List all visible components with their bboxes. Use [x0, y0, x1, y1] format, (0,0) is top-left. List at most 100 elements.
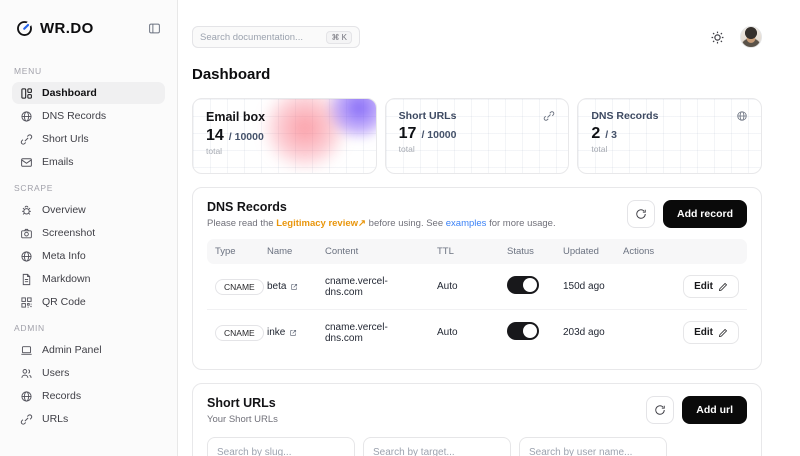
- search-by-user-name-input[interactable]: [519, 437, 667, 456]
- stat-card-dns-records[interactable]: DNS Records 2 / 3 total: [577, 98, 762, 174]
- add-url-button[interactable]: Add url: [682, 396, 747, 424]
- search-by-target-input[interactable]: [363, 437, 511, 456]
- sidebar-item-label: Screenshot: [42, 227, 95, 239]
- short-urls-heading: Short URLs Your Short URLs: [207, 396, 278, 425]
- logo-row: WR.DO: [12, 0, 165, 56]
- sidebar-item-markdown[interactable]: Markdown: [12, 268, 165, 290]
- globe-icon: [20, 390, 33, 403]
- subtitle-text: before using. See: [366, 218, 446, 229]
- record-ttl: Auto: [429, 310, 499, 356]
- brand-name: WR.DO: [40, 20, 94, 37]
- external-link-icon: [290, 283, 298, 291]
- stat-title: Short URLs: [399, 110, 457, 122]
- sidebar-item-label: Users: [42, 367, 69, 379]
- sidebar-item-label: Admin Panel: [42, 344, 102, 356]
- col-header-type: Type: [207, 239, 259, 264]
- sidebar-collapse-icon[interactable]: [148, 22, 161, 35]
- sidebar-item-users[interactable]: Users: [12, 362, 165, 384]
- record-updated: 150d ago: [555, 264, 615, 310]
- sidebar-item-label: DNS Records: [42, 110, 106, 122]
- short-url-filters: [207, 437, 747, 456]
- status-toggle[interactable]: [507, 276, 539, 294]
- mail-icon: [20, 156, 33, 169]
- record-ttl: Auto: [429, 264, 499, 310]
- sidebar-item-admin-panel[interactable]: Admin Panel: [12, 339, 165, 361]
- record-name-link[interactable]: inke: [267, 327, 309, 338]
- sidebar-item-emails[interactable]: Emails: [12, 151, 165, 173]
- main-content: ⌘ K Dashboard Email box: [178, 0, 800, 456]
- section-label: MENU: [14, 66, 163, 76]
- sidebar-item-label: Records: [42, 390, 81, 402]
- theme-toggle-sun-icon[interactable]: [710, 30, 725, 45]
- examples-link[interactable]: examples: [446, 218, 487, 229]
- col-header-content: Content: [317, 239, 429, 264]
- bug-icon: [20, 204, 33, 217]
- record-content: cname.vercel-dns.com: [317, 310, 429, 356]
- sidebar-item-short-urls[interactable]: Short Urls: [12, 128, 165, 150]
- section-label: ADMIN: [14, 323, 163, 333]
- link-icon: [543, 110, 555, 122]
- add-record-button[interactable]: Add record: [663, 200, 747, 228]
- sidebar-item-label: Overview: [42, 204, 86, 216]
- col-header-name: Name: [259, 239, 317, 264]
- sidebar-item-records[interactable]: Records: [12, 385, 165, 407]
- stat-limit: / 3: [605, 129, 617, 141]
- sidebar-section-scrape: SCRAPE Overview Screenshot: [12, 183, 165, 313]
- sidebar-item-dashboard[interactable]: Dashboard: [12, 82, 165, 104]
- file-text-icon: [20, 273, 33, 286]
- dns-records-panel: DNS Records Please read the Legitimacy r…: [192, 187, 762, 370]
- status-toggle[interactable]: [507, 322, 539, 340]
- stat-limit: / 10000: [229, 131, 264, 143]
- stat-cards-row: Email box 14 / 10000 total Short URLs: [192, 98, 762, 174]
- record-type-badge: CNAME: [215, 279, 264, 295]
- link-icon: [20, 413, 33, 426]
- users-icon: [20, 367, 33, 380]
- section-label: SCRAPE: [14, 183, 163, 193]
- subtitle-text: for more usage.: [486, 218, 555, 229]
- col-header-status: Status: [499, 239, 555, 264]
- external-link-icon: [289, 329, 297, 337]
- sidebar-item-qr-code[interactable]: QR Code: [12, 291, 165, 313]
- sidebar-item-screenshot[interactable]: Screenshot: [12, 222, 165, 244]
- globe-icon: [736, 110, 748, 122]
- sidebar-item-dns-records[interactable]: DNS Records: [12, 105, 165, 127]
- page-title: Dashboard: [192, 66, 762, 83]
- sidebar: WR.DO MENU Dashboard: [0, 0, 178, 456]
- doc-search-input[interactable]: [200, 32, 320, 43]
- dns-panel-subtitle: Please read the Legitimacy review↗ befor…: [207, 218, 556, 229]
- stat-caption: total: [206, 146, 363, 156]
- refresh-button[interactable]: [627, 200, 655, 228]
- sidebar-item-urls[interactable]: URLs: [12, 408, 165, 430]
- stat-caption: total: [591, 144, 748, 154]
- sidebar-item-label: Meta Info: [42, 250, 86, 262]
- search-by-slug-input[interactable]: [207, 437, 355, 456]
- short-urls-subtitle: Your Short URLs: [207, 414, 278, 425]
- edit-button[interactable]: Edit: [683, 321, 739, 344]
- record-name-link[interactable]: beta: [267, 281, 309, 292]
- topbar-actions: [710, 26, 762, 48]
- table-row: CNAME inke cname.vercel-dns.com Auto 203…: [207, 310, 747, 356]
- dns-panel-heading: DNS Records Please read the Legitimacy r…: [207, 200, 556, 229]
- sidebar-item-meta-info[interactable]: Meta Info: [12, 245, 165, 267]
- table-header-row: Type Name Content TTL Status Updated Act…: [207, 239, 747, 264]
- sidebar-item-label: Emails: [42, 156, 74, 168]
- legitimacy-review-link[interactable]: Legitimacy review↗: [276, 218, 366, 229]
- stat-card-short-urls[interactable]: Short URLs 17 / 10000 total: [385, 98, 570, 174]
- refresh-button[interactable]: [646, 396, 674, 424]
- doc-search[interactable]: ⌘ K: [192, 26, 360, 48]
- stat-card-email-box[interactable]: Email box 14 / 10000 total: [192, 98, 377, 174]
- link-icon: [20, 133, 33, 146]
- record-content: cname.vercel-dns.com: [317, 264, 429, 310]
- short-urls-title: Short URLs: [207, 396, 278, 410]
- sidebar-item-overview[interactable]: Overview: [12, 199, 165, 221]
- edit-button[interactable]: Edit: [683, 275, 739, 298]
- stat-limit: / 10000: [421, 129, 456, 141]
- sidebar-item-label: Short Urls: [42, 133, 89, 145]
- dns-panel-title: DNS Records: [207, 200, 556, 214]
- stat-value: 2: [591, 125, 600, 143]
- stat-caption: total: [399, 144, 556, 154]
- user-avatar[interactable]: [740, 26, 762, 48]
- record-type-badge: CNAME: [215, 325, 264, 341]
- col-header-updated: Updated: [555, 239, 615, 264]
- refresh-icon: [635, 208, 647, 220]
